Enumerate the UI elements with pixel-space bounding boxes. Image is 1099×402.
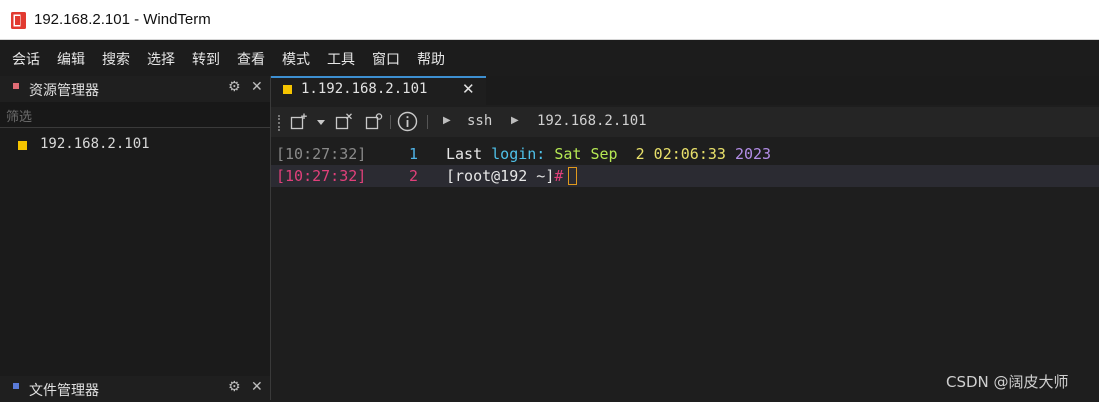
dropdown-icon[interactable] — [316, 119, 326, 127]
explorer-header: 资源管理器 ⚙ ✕ — [0, 76, 270, 102]
watermark: CSDN @阔皮大师 — [946, 373, 1069, 391]
breadcrumb-arrow-icon: ▶ — [511, 115, 519, 126]
line-number: 2 — [409, 167, 419, 185]
close-icon[interactable]: ✕ — [462, 80, 475, 98]
breadcrumb-arrow-icon: ▶ — [443, 115, 451, 126]
terminal-text: Sat Sep — [554, 145, 618, 163]
tab-strip: 1.192.168.2.101 ✕ — [271, 76, 1099, 105]
line-timestamp: [10:27:32] — [276, 167, 367, 185]
terminal-text: # — [554, 167, 564, 185]
menu-help[interactable]: 帮助 — [417, 49, 445, 69]
session-color-icon — [18, 141, 27, 150]
session-label: 192.168.2.101 — [40, 136, 150, 152]
file-manager-title: 文件管理器 — [29, 383, 99, 399]
menu-select[interactable]: 选择 — [147, 49, 175, 69]
terminal-text: Last — [446, 145, 492, 163]
title-bar: 192.168.2.101 - WindTerm — [0, 0, 1099, 40]
terminal-text: 2 02:06:33 — [617, 145, 735, 163]
line-timestamp: [10:27:32] — [276, 145, 367, 163]
tab-label: 1.192.168.2.101 — [301, 81, 428, 97]
menu-bar: 会话 编辑 搜索 选择 转到 查看 模式 工具 窗口 帮助 — [0, 40, 1099, 76]
menu-tools[interactable]: 工具 — [327, 49, 355, 69]
filter-input[interactable]: 筛选 — [0, 102, 270, 128]
explorer-title: 资源管理器 — [29, 83, 99, 99]
breadcrumb-host[interactable]: 192.168.2.101 — [537, 113, 647, 129]
session-toolbar: ▶ ssh ▶ 192.168.2.101 — [271, 107, 1099, 137]
menu-session[interactable]: 会话 — [12, 49, 40, 69]
window-title: 192.168.2.101 - WindTerm — [34, 11, 211, 28]
file-manager-header: 文件管理器 ⚙ ✕ — [0, 376, 270, 402]
menu-edit[interactable]: 编辑 — [57, 49, 85, 69]
gear-icon[interactable]: ⚙ — [228, 379, 241, 395]
terminal-cursor — [568, 167, 578, 185]
session-item[interactable]: 192.168.2.101 — [0, 134, 270, 156]
menu-window[interactable]: 窗口 — [372, 49, 400, 69]
close-session-icon[interactable] — [335, 113, 353, 131]
grip-icon[interactable] — [278, 115, 282, 131]
terminal-output[interactable]: [10:27:32] 1 Last login: Sat Sep 2 02:06:3… — [271, 137, 1099, 400]
terminal-text: login: — [491, 145, 546, 163]
filter-placeholder: 筛选 — [6, 110, 33, 125]
gear-icon[interactable]: ⚙ — [228, 79, 241, 95]
tab-session[interactable]: 1.192.168.2.101 ✕ — [271, 76, 486, 105]
terminal-text: 2023 — [734, 145, 772, 163]
breadcrumb-ssh[interactable]: ssh — [467, 113, 492, 129]
new-session-icon[interactable] — [290, 113, 308, 131]
file-manager-dot-icon — [13, 383, 19, 389]
menu-search[interactable]: 搜索 — [102, 49, 130, 69]
duplicate-session-icon[interactable] — [365, 113, 383, 131]
info-icon[interactable] — [397, 111, 418, 132]
menu-view[interactable]: 查看 — [237, 49, 265, 69]
line-number: 1 — [409, 145, 419, 163]
terminal-line: [10:27:32] 1 Last login: Sat Sep 2 02:06:3… — [271, 143, 1099, 165]
explorer-dot-icon — [13, 83, 19, 89]
tab-color-icon — [283, 85, 292, 94]
terminal-text: [root@192 ~] — [446, 167, 555, 185]
close-icon[interactable]: ✕ — [251, 79, 263, 95]
windterm-app-icon — [11, 12, 26, 29]
terminal-line: [10:27:32] 2 [root@192 ~] # — [271, 165, 1099, 187]
toolbar-separator — [427, 115, 428, 129]
toolbar-separator — [390, 115, 391, 129]
close-icon[interactable]: ✕ — [251, 379, 263, 395]
menu-mode[interactable]: 模式 — [282, 49, 310, 69]
menu-goto[interactable]: 转到 — [192, 49, 220, 69]
